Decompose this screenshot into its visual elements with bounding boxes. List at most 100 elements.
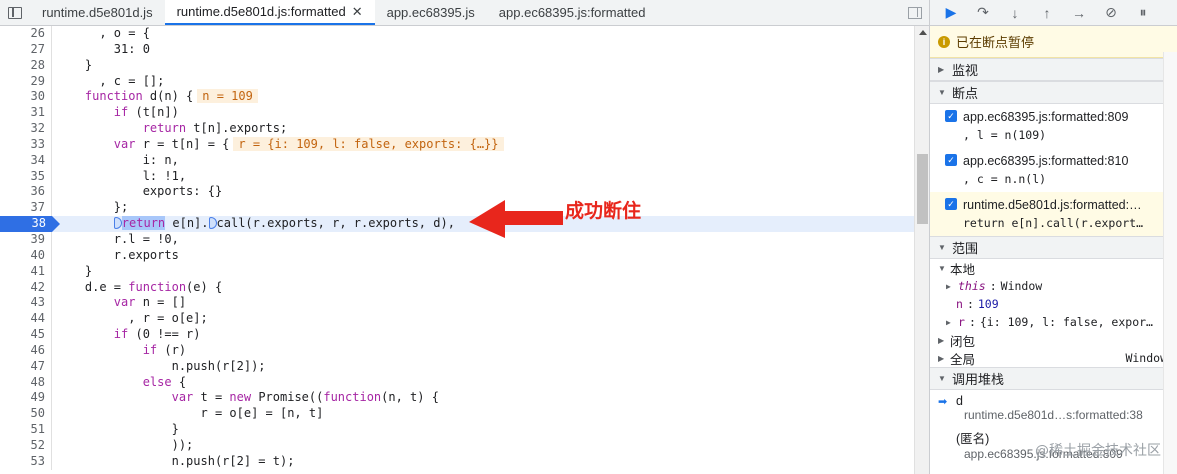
code-line[interactable]: 27 31: 0 bbox=[0, 41, 914, 58]
line-number[interactable]: 45 bbox=[0, 327, 52, 343]
resume-button[interactable]: ▶ bbox=[936, 2, 966, 24]
line-number[interactable]: 40 bbox=[0, 247, 52, 264]
code-line[interactable]: 47 n.push(r[2]); bbox=[0, 358, 914, 375]
line-number[interactable]: 53 bbox=[0, 453, 52, 470]
code-line[interactable]: 41 } bbox=[0, 263, 914, 280]
line-number[interactable]: 38 bbox=[0, 216, 52, 232]
code-text: var r = t[n] = {r = {i: 109, l: false, e… bbox=[56, 136, 504, 153]
line-number[interactable]: 28 bbox=[0, 57, 52, 74]
line-number[interactable]: 39 bbox=[0, 231, 52, 248]
code-line[interactable]: 32 return t[n].exports; bbox=[0, 121, 914, 137]
step-over-button[interactable]: ↷ bbox=[968, 2, 998, 24]
code-line[interactable]: 30 function d(n) {n = 109 bbox=[0, 89, 914, 106]
scope-var-this[interactable]: ▶ this: Window bbox=[930, 277, 1177, 295]
line-number[interactable]: 26 bbox=[0, 26, 52, 42]
code-line[interactable]: 40 r.exports bbox=[0, 247, 914, 264]
toggle-debugger-button[interactable] bbox=[901, 0, 929, 25]
tab-app-js-formatted[interactable]: app.ec68395.js:formatted bbox=[487, 0, 658, 25]
execution-marker-icon[interactable] bbox=[113, 217, 122, 230]
code-line[interactable]: 45 if (0 !== r) bbox=[0, 327, 914, 343]
line-number[interactable]: 47 bbox=[0, 358, 52, 375]
scope-local[interactable]: ▼ 本地 bbox=[930, 259, 1177, 277]
code-line[interactable]: 33 var r = t[n] = {r = {i: 109, l: false… bbox=[0, 136, 914, 153]
step-button[interactable]: → bbox=[1064, 2, 1094, 24]
info-icon: i bbox=[938, 35, 950, 48]
scope-closure[interactable]: ▶ 闭包 bbox=[930, 331, 1177, 349]
execution-marker-icon[interactable] bbox=[208, 217, 217, 230]
code-line[interactable]: 31 if (t[n]) bbox=[0, 105, 914, 122]
line-number[interactable]: 27 bbox=[0, 41, 52, 58]
code-text: }; bbox=[56, 200, 129, 215]
code-text: l: !1, bbox=[56, 168, 187, 183]
line-number[interactable]: 46 bbox=[0, 342, 52, 359]
scope-var-n[interactable]: n: 109 bbox=[930, 295, 1177, 313]
step-into-button[interactable]: ↓ bbox=[1000, 2, 1030, 24]
line-number[interactable]: 32 bbox=[0, 121, 52, 137]
tab-runtime-js-formatted[interactable]: runtime.d5e801d.js:formatted ✕ bbox=[164, 0, 375, 25]
code-line[interactable]: 26 , o = { bbox=[0, 26, 914, 42]
step-out-button[interactable]: ↑ bbox=[1032, 2, 1062, 24]
line-number[interactable]: 52 bbox=[0, 437, 52, 454]
line-number[interactable]: 30 bbox=[0, 89, 52, 106]
breakpoint-checkbox[interactable]: ✓ bbox=[945, 110, 957, 122]
line-number[interactable]: 43 bbox=[0, 295, 52, 312]
code-line[interactable]: 51 } bbox=[0, 422, 914, 438]
code-line[interactable]: 28 } bbox=[0, 57, 914, 74]
line-number[interactable]: 42 bbox=[0, 279, 52, 296]
tab-runtime-js[interactable]: runtime.d5e801d.js bbox=[30, 0, 165, 25]
line-number[interactable]: 33 bbox=[0, 136, 52, 153]
line-number[interactable]: 36 bbox=[0, 184, 52, 201]
breakpoint-checkbox[interactable]: ✓ bbox=[945, 154, 957, 166]
section-watch[interactable]: ▶ 监视 bbox=[930, 58, 1177, 81]
code-line[interactable]: 39 r.l = !0, bbox=[0, 231, 914, 248]
line-number[interactable]: 35 bbox=[0, 168, 52, 185]
code-line[interactable]: 48 else { bbox=[0, 374, 914, 391]
code-line[interactable]: 50 r = o[e] = [n, t] bbox=[0, 406, 914, 423]
section-breakpoints[interactable]: ▼ 断点 bbox=[930, 81, 1177, 104]
line-number[interactable]: 34 bbox=[0, 152, 52, 169]
breakpoint-item[interactable]: ✓ app.ec68395.js:formatted:810 , c = n.n… bbox=[930, 148, 1177, 192]
breakpoint-item-current[interactable]: ✓ runtime.d5e801d.js:formatted:… return … bbox=[930, 192, 1177, 236]
code-line[interactable]: 49 var t = new Promise((function(n, t) { bbox=[0, 390, 914, 407]
breakpoint-item[interactable]: ✓ app.ec68395.js:formatted:809 , l = n(1… bbox=[930, 104, 1177, 148]
code-line[interactable]: 36 exports: {} bbox=[0, 184, 914, 201]
scope-global[interactable]: ▶ 全局 Window bbox=[930, 349, 1177, 367]
code-text: , o = { bbox=[56, 26, 150, 40]
code-line-breakpoint[interactable]: 38 return e[n]. call(r.exports, r, r.expo… bbox=[0, 216, 914, 232]
line-number[interactable]: 50 bbox=[0, 406, 52, 423]
tab-app-js[interactable]: app.ec68395.js bbox=[375, 0, 487, 25]
code-editor[interactable]: 26 , o = {27 31: 0 28 } 29 , c = []; 30 fun… bbox=[0, 26, 914, 474]
toggle-navigator-button[interactable] bbox=[0, 0, 30, 25]
scope-var-r[interactable]: ▶ r: {i: 109, l: false, expor… bbox=[930, 313, 1177, 331]
line-number[interactable]: 29 bbox=[0, 73, 52, 90]
sidebar-scrollbar[interactable] bbox=[1163, 52, 1177, 474]
code-line[interactable]: 35 l: !1, bbox=[0, 168, 914, 185]
breakpoint-checkbox[interactable]: ✓ bbox=[945, 198, 957, 210]
line-number[interactable]: 48 bbox=[0, 374, 52, 391]
code-line[interactable]: 53 n.push(r[2] = t); bbox=[0, 453, 914, 470]
pause-on-exceptions-button[interactable]: ⏸ bbox=[1128, 2, 1158, 24]
line-number[interactable]: 31 bbox=[0, 105, 52, 122]
code-line[interactable]: 34 i: n, bbox=[0, 152, 914, 169]
line-number[interactable]: 49 bbox=[0, 390, 52, 407]
close-icon[interactable]: ✕ bbox=[352, 4, 363, 20]
callstack-frame-current[interactable]: ➡ d runtime.d5e801d…s:formatted:38 bbox=[930, 390, 1177, 424]
line-number[interactable]: 51 bbox=[0, 422, 52, 438]
editor-scrollbar[interactable] bbox=[914, 26, 929, 474]
line-number[interactable]: 44 bbox=[0, 311, 52, 328]
code-line[interactable]: 52 )); bbox=[0, 437, 914, 454]
code-line[interactable]: 37 }; bbox=[0, 200, 914, 217]
scrollbar-thumb[interactable] bbox=[917, 154, 928, 224]
code-text: , c = []; bbox=[56, 73, 165, 88]
line-number[interactable]: 37 bbox=[0, 200, 52, 217]
code-line[interactable]: 29 , c = []; bbox=[0, 73, 914, 90]
deactivate-breakpoints-button[interactable]: ⊘ bbox=[1096, 2, 1126, 24]
code-line[interactable]: 44 , r = o[e]; bbox=[0, 311, 914, 328]
code-line[interactable]: 46 if (r) bbox=[0, 342, 914, 359]
section-callstack[interactable]: ▼ 调用堆栈 bbox=[930, 367, 1177, 390]
line-number[interactable]: 41 bbox=[0, 263, 52, 280]
code-line[interactable]: 43 var n = [] bbox=[0, 295, 914, 312]
section-scope[interactable]: ▼ 范围 bbox=[930, 236, 1177, 259]
code-text: n.push(r[2]); bbox=[56, 358, 266, 373]
code-line[interactable]: 42 d.e = function(e) { bbox=[0, 279, 914, 296]
